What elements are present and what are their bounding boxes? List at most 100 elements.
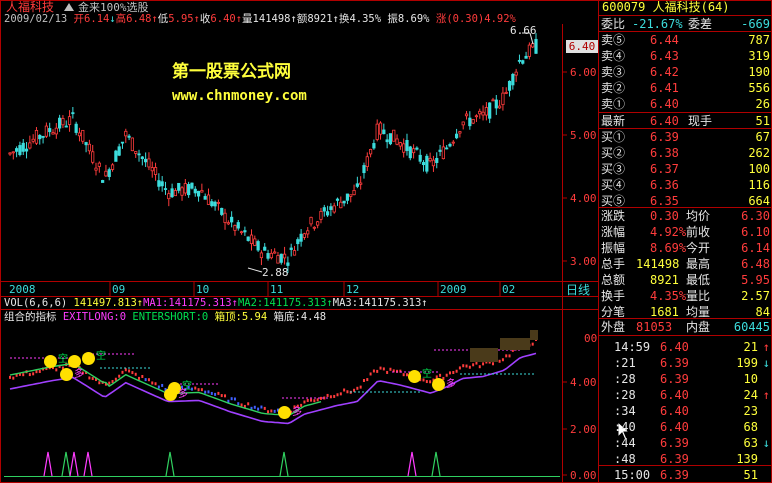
low-leader	[247, 267, 263, 273]
candle-body	[34, 130, 39, 144]
indicator-bar	[108, 381, 111, 385]
candle-body	[481, 111, 485, 116]
candle-body	[64, 125, 68, 128]
candle-body	[101, 180, 105, 183]
candle-body	[8, 152, 12, 155]
candle-body	[256, 241, 260, 251]
quote-line: 2009/02/13 开6.14↓高6.48↑低5.95↑收6.40↑量1414…	[4, 13, 516, 25]
candle-body	[349, 194, 353, 197]
indicator-bar	[339, 392, 342, 396]
indicator-bar	[366, 378, 369, 382]
candle-body	[213, 201, 217, 207]
date-axis-label: 10	[196, 283, 210, 296]
tick-row: 15:00 6.39 51	[614, 468, 758, 482]
indicator-bar	[220, 394, 223, 398]
indicator-bar	[379, 366, 382, 370]
indicator-bar	[267, 410, 270, 414]
indicator-bar	[194, 386, 197, 390]
last-price-row: 最新 6.40 现手 51	[601, 114, 770, 128]
tick-row: :34 6.40 23	[614, 404, 758, 418]
ask-row: 卖③ 6.42 190	[601, 65, 770, 79]
indicator-bar	[207, 390, 210, 394]
signal-spike	[279, 451, 289, 477]
candle-body	[67, 116, 72, 125]
candle-body	[233, 225, 237, 231]
tick-row: :44 6.39 63 ↓	[614, 436, 770, 450]
candle-body	[388, 133, 393, 145]
stat-row: 总额 8921 最低 5.95	[601, 273, 770, 287]
indicator-bar	[452, 370, 455, 374]
indicator-bar	[147, 378, 150, 382]
candle-body	[488, 102, 492, 119]
candle-body	[173, 190, 178, 197]
candle-body	[177, 182, 181, 191]
date-axis-label: 09	[112, 283, 126, 296]
candle-body	[259, 252, 264, 259]
indicator-bar	[151, 381, 154, 385]
date-axis-label: 2008	[9, 283, 36, 296]
candle-body	[147, 158, 151, 168]
candle-body	[527, 44, 531, 57]
indicator-bar	[303, 400, 306, 404]
candle-body	[491, 99, 495, 102]
candle-body	[312, 226, 316, 229]
candle-body	[425, 155, 429, 172]
volume-legend: VOL(6,6,6) 141497.813↑MA1:141175.313↑MA2…	[4, 297, 428, 309]
candle-body	[316, 221, 320, 226]
candle-body	[478, 110, 482, 115]
candle-body	[359, 182, 363, 185]
candle-body	[405, 140, 409, 151]
tick-row: :28 6.39 10	[614, 372, 758, 386]
stat-row: 涨幅 4.92% 前收 6.10	[601, 225, 770, 239]
indicator-bar	[319, 396, 322, 400]
indicator-bar	[326, 393, 329, 397]
candle-body	[362, 165, 366, 174]
indicator-bar	[313, 399, 316, 403]
candle-body	[230, 216, 234, 223]
candle-body	[322, 207, 326, 212]
candle-body	[180, 187, 184, 196]
candle-body	[21, 142, 25, 152]
indicator-axis-label: 4.00	[570, 376, 597, 389]
indicator-bar	[336, 393, 339, 397]
indicator-bar	[505, 354, 508, 358]
stat-row: 振幅 8.69% 今开 6.14	[601, 241, 770, 255]
indicator-bar	[386, 370, 389, 374]
candle-body	[249, 234, 254, 245]
tick-row: 14:59 6.40 21 ↑	[614, 340, 770, 354]
shade-block	[470, 348, 498, 362]
signal-spike	[61, 451, 71, 477]
candle-body	[44, 125, 48, 137]
indicator-bar	[445, 373, 448, 377]
candle-body	[206, 194, 211, 205]
candle-body	[352, 189, 356, 196]
candle-body	[58, 117, 62, 129]
price-axis-label: 3.00	[570, 255, 597, 268]
candle-body	[345, 193, 350, 201]
candle-body	[335, 198, 340, 201]
candle-body	[157, 180, 161, 187]
daily-tab[interactable]: 日线	[566, 284, 590, 297]
indicator-axis-label: 2.00	[570, 423, 597, 436]
candle-body	[325, 211, 330, 216]
indicator-bar	[141, 374, 144, 378]
candle-body	[378, 122, 383, 135]
indicator-bar	[38, 369, 41, 373]
indicator-bar	[402, 373, 405, 377]
candle-body	[438, 149, 442, 152]
indicator-bar	[233, 397, 236, 401]
candle-body	[220, 207, 224, 215]
indicator-bar	[224, 394, 227, 398]
indicator-bar	[161, 383, 164, 387]
candle-body	[246, 236, 250, 241]
candle-body	[150, 167, 154, 172]
triangle-icon	[64, 3, 74, 11]
indicator-bar	[121, 370, 124, 374]
indicator-bar	[247, 402, 250, 406]
candle-body	[504, 91, 508, 94]
indicator-bar	[91, 377, 94, 381]
indicator-bar	[475, 361, 478, 365]
indicator-bar	[346, 390, 349, 394]
indicator-bar	[376, 369, 379, 373]
ask-row: 卖④ 6.43 319	[601, 49, 770, 63]
